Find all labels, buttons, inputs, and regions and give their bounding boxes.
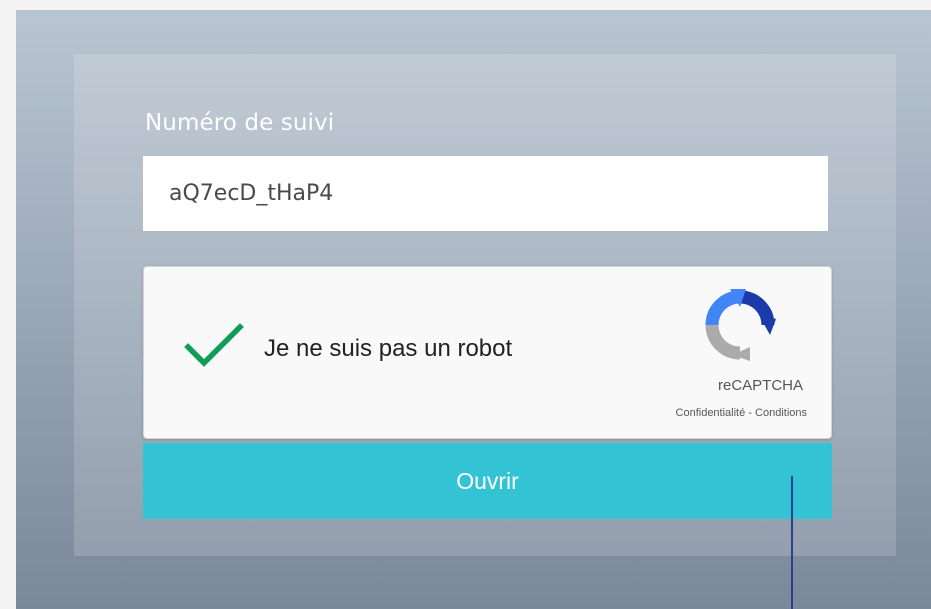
tracking-number-label: Numéro de suivi [145,110,335,136]
recaptcha-brand-text: reCAPTCHA [717,377,803,394]
links-separator: - [745,407,756,419]
recaptcha-links: Confidentialité - Conditions [676,407,807,419]
recaptcha-logo-icon [705,289,776,361]
tracking-number-input[interactable] [143,156,828,231]
recaptcha-checkbox-label: Je ne suis pas un robot [264,335,513,362]
privacy-link[interactable]: Confidentialité [676,407,746,419]
tracking-form-panel: Numéro de suivi Je ne suis pas un robot … [74,54,896,556]
checkmark-icon[interactable] [184,323,244,367]
page-background: Numéro de suivi Je ne suis pas un robot … [16,10,931,609]
pointer-line [791,476,793,609]
terms-link[interactable]: Conditions [755,407,807,419]
recaptcha-widget: Je ne suis pas un robot reCAPTCHA Confid… [143,266,832,439]
open-button[interactable]: Ouvrir [143,443,832,519]
